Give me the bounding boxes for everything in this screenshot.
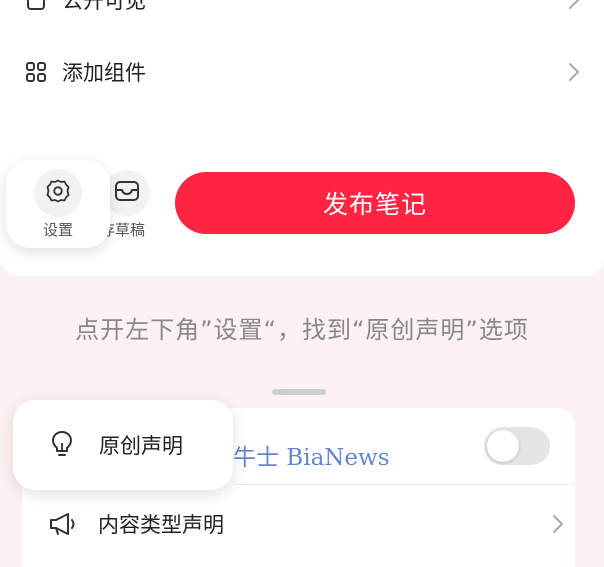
settings-icon-circle (34, 169, 82, 217)
add-widget-label: 添加组件 (62, 61, 146, 85)
chevron-right-icon (568, 0, 580, 11)
inbox-icon (114, 179, 140, 207)
watermark: 鞭牛士 BiaNews (210, 445, 390, 471)
settings-card: 公开可见 添加组件 存草稿 设置 发布笔记 (0, 0, 604, 276)
content-type-declaration-row[interactable]: 内容类型声明 (48, 504, 564, 544)
toggle-knob (487, 430, 519, 462)
gear-icon (45, 178, 71, 208)
original-declaration-label: 原创声明 (99, 434, 183, 458)
public-visibility-label: 公开可见 (62, 0, 146, 13)
settings-label: 设置 (42, 221, 73, 239)
sheet-divider (235, 484, 574, 485)
grid-icon (24, 60, 48, 84)
sheet-drag-handle[interactable] (272, 389, 326, 395)
public-visibility-row[interactable]: 公开可见 (24, 0, 580, 20)
chevron-right-icon (552, 513, 564, 535)
original-declaration-row[interactable]: 原创声明 (13, 400, 233, 490)
add-widget-row[interactable]: 添加组件 (24, 52, 580, 92)
chevron-right-icon (568, 61, 580, 83)
publish-note-button[interactable]: 发布笔记 (175, 172, 575, 234)
draft-icon-circle (104, 170, 150, 216)
lock-icon (24, 0, 48, 12)
megaphone-icon (48, 510, 78, 538)
content-type-declaration-label: 内容类型声明 (98, 513, 224, 537)
original-declaration-toggle[interactable] (484, 427, 550, 465)
lightbulb-icon (49, 430, 75, 460)
instruction-text: 点开左下角”设置“，找到“原创声明”选项 (75, 316, 529, 344)
settings-button[interactable]: 设置 (6, 160, 110, 248)
